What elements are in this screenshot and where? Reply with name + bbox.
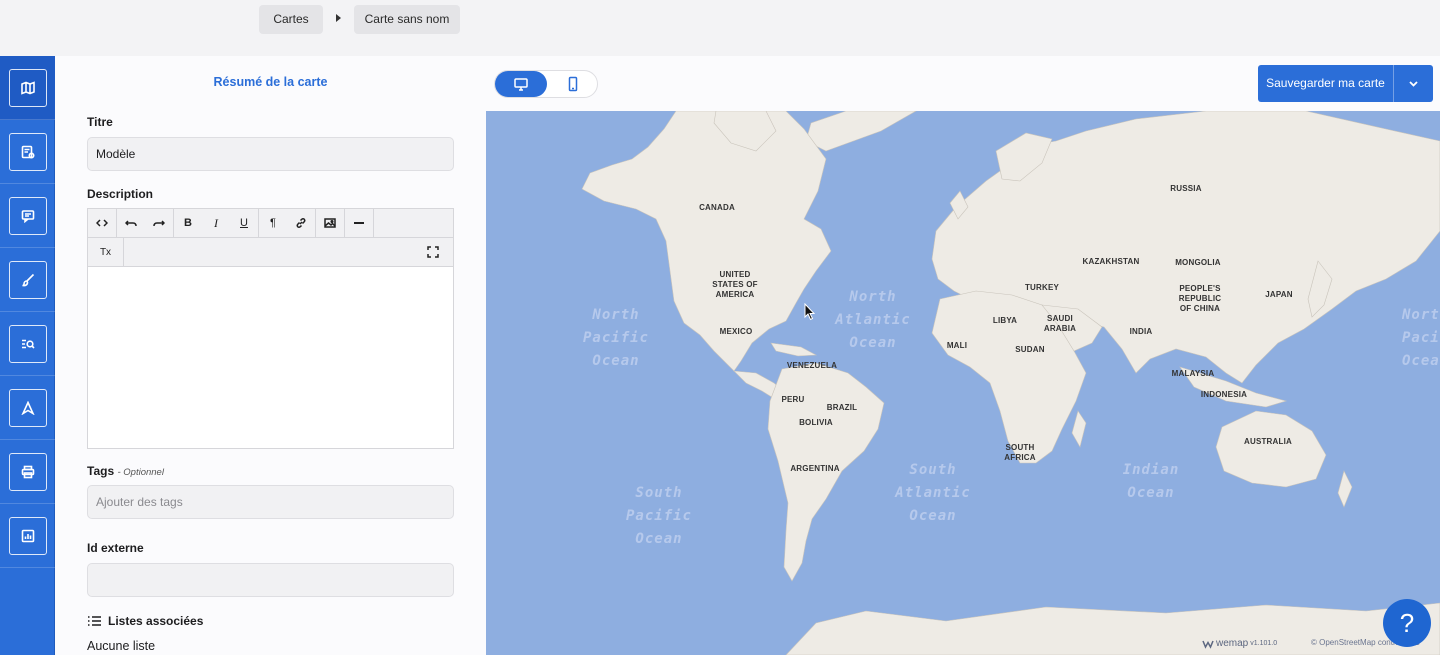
print-icon [8,452,47,491]
tags-input[interactable]: Ajouter des tags [87,485,454,519]
stats-icon [8,516,47,555]
sidebar-item-search[interactable] [0,312,55,376]
country-label-china: PEOPLE'S REPUBLIC OF CHINA [1178,284,1222,313]
save-options-dropdown[interactable] [1394,65,1433,102]
image-icon[interactable] [316,209,344,237]
description-label: Description [87,187,154,201]
desktop-icon [514,78,528,91]
country-label-indonesia: INDONESIA [1200,390,1248,399]
sidebar [0,56,55,655]
tags-label: Tags - Optionnel [87,464,164,478]
title-label: Titre [87,115,113,129]
undo-icon[interactable] [117,209,145,237]
country-label-mali: MALI [946,341,968,350]
description-textarea[interactable] [88,267,453,448]
wemap-brand[interactable]: wemap v1.101.0 [1202,638,1277,649]
editor-toolbar-row-1: B I U ¶ [88,209,453,238]
description-editor: B I U ¶ Tx [87,208,454,449]
country-label-mongolia: MONGOLIA [1175,258,1221,267]
sidebar-item-summary[interactable] [0,56,55,120]
world-map [581,111,1440,655]
mobile-icon [568,76,578,92]
country-label-turkey: TURKEY [1024,283,1060,292]
clear-format-icon[interactable]: Tx [88,238,123,266]
list-icon [88,616,101,626]
country-label-venezuela: VENEZUELA [786,361,838,370]
sidebar-item-comments[interactable] [0,184,55,248]
country-label-japan: JAPAN [1265,290,1293,299]
map-view[interactable]: North Pacific Ocean North Atlantic Ocean… [486,111,1440,655]
sidebar-item-stats[interactable] [0,504,55,568]
country-label-sudan: SUDAN [1015,345,1045,354]
fullscreen-icon[interactable] [419,238,447,266]
wemap-version: v1.101.0 [1250,640,1278,647]
breadcrumb-current-map[interactable]: Carte sans nom [354,5,460,34]
sidebar-item-filters[interactable] [0,120,55,184]
country-label-australia: AUSTRALIA [1243,437,1293,446]
tags-label-text: Tags [87,464,115,478]
search-list-icon [8,324,47,363]
country-label-india: INDIA [1129,327,1153,336]
map-toolbar: Sauvegarder ma carte [486,56,1440,111]
navigation-icon [8,388,47,427]
breadcrumb: Cartes Carte sans nom [0,0,1440,46]
country-label-mexico: MEXICO [719,327,753,336]
mobile-view-button[interactable] [547,71,599,97]
associated-lists-label: Listes associées [108,614,204,628]
mouse-cursor-icon [804,303,816,321]
desktop-view-button[interactable] [495,71,547,97]
wemap-logo-icon [1202,640,1214,649]
save-map-button[interactable]: Sauvegarder ma carte [1258,65,1433,102]
breadcrumb-separator-icon [336,14,341,22]
panel-title: Résumé de la carte [213,75,328,89]
underline-icon[interactable]: U [230,209,258,237]
sidebar-item-print[interactable] [0,440,55,504]
external-id-label: Id externe [87,541,144,555]
chevron-down-icon [1409,81,1418,87]
country-label-south-africa: SOUTH AFRICA [1004,443,1036,462]
ocean-label-north-pacific: North Pacific Ocean [582,307,649,369]
map-icon [8,68,47,107]
country-label-canada: CANADA [699,203,735,212]
ocean-label-south-atlantic: South Atlantic Ocean [895,462,971,524]
associated-lists-header: Listes associées [87,614,203,628]
bold-icon[interactable]: B [174,209,202,237]
view-mode-toggle [494,70,598,98]
code-view-icon[interactable] [88,209,116,237]
comment-icon [8,196,47,235]
wemap-brand-text: wemap [1216,638,1249,649]
link-icon[interactable] [287,209,315,237]
country-label-usa: UNITED STATES OF AMERICA [712,270,758,299]
country-label-russia: RUSSIA [1170,184,1202,193]
tags-optional-hint: - Optionnel [117,467,164,478]
ocean-label-north-pacific-east: North Pacific Ocean [1402,307,1440,369]
paragraph-icon[interactable]: ¶ [259,209,287,237]
brush-icon [8,260,47,299]
country-label-argentina: ARGENTINA [790,464,840,473]
country-label-brazil: BRAZIL [826,403,858,412]
country-label-kazakhstan: KAZAKHSTAN [1082,257,1140,266]
no-list-text: Aucune liste [87,639,156,653]
title-input[interactable]: Modèle [87,137,454,171]
sidebar-item-navigation[interactable] [0,376,55,440]
breadcrumb-cartes[interactable]: Cartes [259,5,323,34]
editor-toolbar-row-2: Tx [88,238,453,267]
help-button[interactable]: ? [1383,599,1431,647]
horizontal-rule-icon[interactable] [345,209,373,237]
redo-icon[interactable] [145,209,173,237]
ocean-label-south-pacific: South Pacific Ocean [625,485,692,547]
country-label-bolivia: BOLIVIA [799,418,833,427]
external-id-input[interactable] [87,563,454,597]
map-summary-panel: Résumé de la carte Titre Modèle Descript… [55,56,486,655]
ocean-label-north-atlantic: North Atlantic Ocean [835,289,911,351]
filter-list-icon [8,132,47,171]
country-label-malaysia: MALAYSIA [1171,369,1215,378]
ocean-label-indian: Indian Ocean [1122,462,1180,501]
save-map-label[interactable]: Sauvegarder ma carte [1258,65,1394,102]
country-label-libya: LIBYA [992,316,1018,325]
country-label-saudi-arabia: SAUDI ARABIA [1043,314,1077,333]
sidebar-item-style[interactable] [0,248,55,312]
country-label-peru: PERU [781,395,805,404]
italic-icon[interactable]: I [202,209,230,237]
